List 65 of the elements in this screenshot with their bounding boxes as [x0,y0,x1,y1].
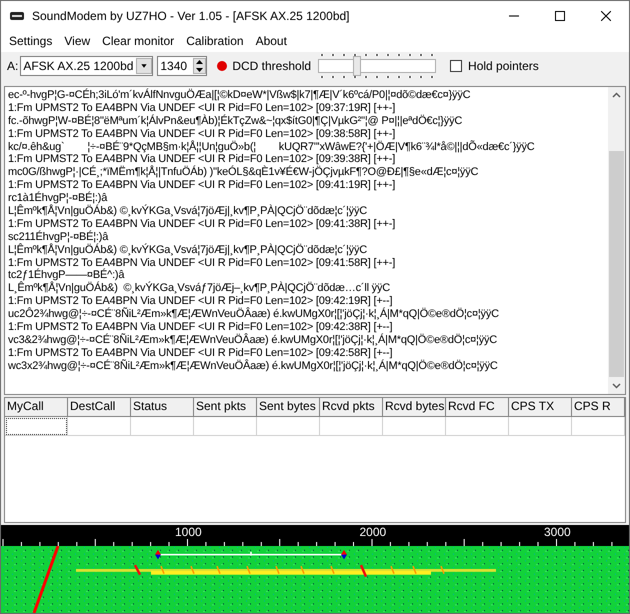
threshold-slider[interactable] [318,53,436,79]
monitor-line: 1:Fm UPMST2 To EA4BPN Via UNDEF <UI R Pid=F0 Len=102> [09:42:58R] [+--] [8,346,392,359]
monitor-line: 1:Fm UPMST2 To EA4BPN Via UNDEF <UI R Pid=F0 Len=102> [09:42:19R] [+--] [8,295,392,308]
monitor-line: L¸Êmºk¶Å¦Vn|guÖÁb&) ©¸kvÝKGa¸Vsváƒ7jöÆj–¸kv¶P¸PÀ|QCjÖ¨dõdæ…c´ll ÿÿC [8,282,390,296]
menu-item[interactable]: Settings [3,32,58,50]
maximize-icon[interactable] [555,10,565,20]
scroll-thumb[interactable] [609,151,624,377]
monitor-line: tc2ƒ1ÉhvgP——¤BÉ^:)â [8,269,124,282]
monitor-line: wc3x2¾hwg@¦÷-¤CÉ¨8ÑiL²Æm»k¶Æ¦ÆWnVeuÖÂaæ) é.kwUMgX0r¦[¦'jöÇj¦·k¦¸Á|M*qQ|Ö©e®dÖ¦c¤¦ÿÿC [8,360,498,373]
monitor-line: 1:Fm UPMST2 To EA4BPN Via UNDEF <UI R Pid=F0 Len=102> [09:42:38R] [+--] [8,321,392,334]
dcd-threshold-label: DCD threshold [232,58,312,75]
frequency-spinner[interactable]: 1340 [157,56,208,76]
monitor-line: 1:Fm UPMST2 To EA4BPN Via UNDEF <UI R Pid=F0 Len=102> [09:37:19R] [++-] [8,102,396,114]
table-cell [194,417,257,436]
monitor-line: 1:Fm UPMST2 To EA4BPN Via UNDEF <UI R Pid=F0 Len=102> [09:41:38R] [++-] [8,218,396,230]
spin-arrows-icon [193,58,206,74]
window-title: SoundModem by UZ7HO - Ver 1.05 - [AFSK AX.25 1200bd] [32,8,350,24]
column-header[interactable]: DestCall [68,398,131,417]
monitor-line: 1:Fm UPMST2 To EA4BPN Via UNDEF <UI R Pid=F0 Len=102> [09:41:19R] [++-] [8,179,396,192]
app-icon [10,12,24,20]
menu-item[interactable]: View [58,32,96,50]
slider-thumb[interactable] [353,56,362,76]
channel-label: A: [7,58,18,75]
column-header[interactable]: Rcvd bytes [383,398,446,417]
monitor-line: ec-º-hvgP¦G-¤CÉh;3iLó'm´kvÁlfNnvguÖÆa|[¦©kD¤eW*|Vßw$|k7|¶Æ|V´k6ºcá/P0|¦¤dõ©dæ€c¤}ÿÿC [8,89,470,102]
table-cell [68,417,131,436]
column-header[interactable]: CPS R [572,398,625,417]
monitor-line: 1:Fm UPMST2 To EA4BPN Via UNDEF <UI R Pid=F0 Len=102> [09:39:38R] [++-] [8,153,396,166]
monitor-line: sc211ÉhvgP¦-¤BÉ¦:)â [8,230,108,243]
menu-item[interactable]: Clear monitor [96,32,180,50]
column-header[interactable]: Sent bytes [257,398,320,417]
monitor-line: L¦Êmºk¶Å¦Vn|guÖÁb&) ©¸kvÝKGa¸Vsvá¦7jöÆj|¸kv¶P¸PÀ|QCjÖ¨dõdæ¦c´¦ÿÿC [8,205,368,218]
table-cell [5,417,68,436]
table-cell [383,417,446,436]
monitor-line: rc1à1ÉhvgP¦-¤BÉ¦:)â [8,192,108,204]
table-cell [257,417,320,436]
scale-label: 2000 [360,526,386,538]
column-header[interactable]: Status [131,398,194,417]
hold-pointers-label: Hold pointers [468,58,539,75]
table-cell [446,417,509,436]
hold-pointers-checkbox[interactable] [450,60,462,72]
menu-item[interactable]: Calibration [180,32,250,50]
menu-item[interactable]: About [250,32,293,50]
scale-label: 3000 [544,526,571,538]
column-header[interactable]: Rcvd FC [446,398,509,417]
monitor-line: fc.-õhwgP¦W-¤BÉ¦8"ëMªum´k¦ÁlvPn&eu¶Àb)¦ÉkTçZw&~¦qx$ítG0|¶Ç|VµkG²"¦@ P¤|¦|eªdÖ€c¦}ÿÿC [8,114,462,128]
table-cell [572,417,625,436]
table-cell [131,417,194,436]
table-cell [509,417,572,436]
column-header[interactable]: Sent pkts [194,398,257,417]
scrollbar[interactable] [608,87,625,394]
mode-dropdown[interactable]: AFSK AX.25 1200bd [20,56,154,76]
scale-label: 1000 [175,526,202,538]
table-cell [320,417,383,436]
monitor-line: mc0G/ßhwgP¦·|CÉ¸;*ïMËm¶k¦Å¦|TnfuÖÁb) )"keÓL§&qÈ1v¥É€W-jÖÇjvµkF¶?O@Ð£|¶§e«dÆ¦c¤¦ÿÿC [8,166,478,180]
monitor-line: uc2Ô2¾hwg@¦÷-¤CÉ¨8ÑiL²Æm»k¶Æ¦ÆWnVeuÖÂaæ) é.kwUMgX0r¦[¦'jöÇj¦·k¦¸Á|M*qQ|Ö©e®dÖ¦c¤¦ÿÿC [8,308,499,322]
monitor-line: 1:Fm UPMST2 To EA4BPN Via UNDEF <UI R Pid=F0 Len=102> [09:38:58R] [++-] [8,128,396,140]
close-icon[interactable] [601,10,611,20]
monitor-line: vc3&2¾hwg@¦÷-¤CÉ¨8ÑiL²Æm»k¶Æ¦ÆWnVeuÖÂaæ) é.kwUMgX0r¦[¦'jöÇj¦·k¦¸Á|M*qQ|Ö©e®dÖ¦c¤¦ÿÿC [8,334,498,347]
monitor-line: 1:Fm UPMST2 To EA4BPN Via UNDEF <UI R Pid=F0 Len=102> [09:41:58R] [++-] [8,256,396,269]
column-header[interactable]: CPS TX [509,398,572,417]
monitor-line: kc/¤.êh&ug` ¦÷-¤BÉ¨9*QçMB§m·k¦Å¦¦Un¦guÖ»b(¦ kUQR7"'xWâwE?{'+|ÖÆ|V¶k6¨¾l*å©|¦|dÕ«dæ€c´}ÿÿC [8,140,535,154]
monitor-line: L¦Êmºk¶Å¦Vn|guÖÁb&) ©¸kvÝKGa¸Vsvá¦7jöÆj|¸kv¶P¸PÀ|QCjÖ¨dõdæ¦c´¦ÿÿC [8,244,368,257]
column-header[interactable]: MyCall [5,398,68,417]
column-header[interactable]: Rcvd pkts [320,398,383,417]
